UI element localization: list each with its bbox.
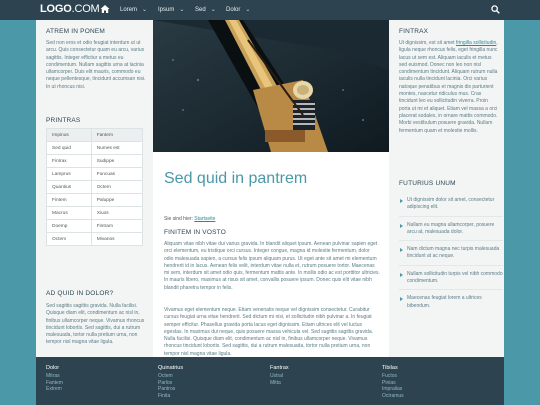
footer-link[interactable]: Extrem bbox=[46, 386, 63, 393]
left-sidebar: ATREM IN PONEM Sed non eros et odio feug… bbox=[36, 20, 153, 357]
table-row: Doemp Fintram bbox=[46, 219, 144, 233]
home-icon[interactable] bbox=[100, 3, 110, 15]
footer-column-title: Dolor bbox=[46, 365, 60, 371]
footer-column-title: Tibilas bbox=[382, 365, 398, 371]
breadcrumb-link-home[interactable]: Startseite bbox=[194, 216, 215, 222]
table-cell: Mivanos bbox=[90, 232, 144, 246]
breadcrumb-prefix: Sie sind hier: bbox=[164, 216, 193, 222]
breadcrumb: Sie sind hier: Startseite bbox=[164, 216, 215, 222]
table-cell: Impinus bbox=[46, 128, 92, 142]
table-cell: Sudippe bbox=[90, 154, 144, 168]
table-cell: Fintem bbox=[46, 193, 92, 207]
table-row: Quantius Octem bbox=[46, 180, 144, 194]
logo-bold: LOGO bbox=[40, 3, 72, 15]
footer-link[interactable]: Parlos bbox=[158, 380, 183, 387]
nav-item-label: Dolor bbox=[226, 7, 241, 13]
right-text-1a: Ut dignissim, est sit amet bbox=[399, 40, 456, 46]
footer-column-4: Tibilas Fuctos Pinias Impralias Octramus bbox=[382, 365, 404, 399]
feature-list: Ut dignissim dolor sit amet, consectetur… bbox=[399, 197, 503, 319]
table-cell: Doemp bbox=[46, 219, 92, 233]
footer-column-title: Quinatrius bbox=[158, 365, 184, 371]
table-header-row: Impinus Fantem bbox=[46, 128, 144, 142]
list-item: Maecenas feugiat lorem a ultrices bibend… bbox=[399, 295, 503, 314]
table-cell: Fintrax bbox=[46, 154, 92, 168]
table-cell: Sed quid bbox=[46, 141, 92, 155]
table-cell: Paluppe bbox=[90, 193, 144, 207]
main-content: Sed quid in pantrem Sie sind hier: Start… bbox=[153, 20, 389, 357]
list-item: Nullam eu magna ullamcorper, posuere arc… bbox=[399, 222, 503, 242]
left-heading-1: ATREM IN PONEM bbox=[46, 28, 106, 35]
left-text-1: Sed non eros et odio feugiat interdum ut… bbox=[46, 40, 146, 90]
table-cell: Lamprus bbox=[46, 167, 92, 181]
chevron-down-icon: ⌄ bbox=[245, 7, 251, 13]
nav-item-lorem[interactable]: Lorem ⌄ bbox=[120, 6, 147, 13]
footer-link[interactable]: Finita bbox=[158, 393, 183, 400]
list-item: Nam dictum magna nec turpis malesuada ti… bbox=[399, 246, 503, 266]
right-text-1b: , ligula neque rhoncus felis, eget fring… bbox=[399, 40, 498, 134]
table-row: Fintem Paluppe bbox=[46, 193, 144, 207]
table-cell: Funcuas bbox=[90, 167, 144, 181]
table-cell: Fantem bbox=[90, 128, 144, 142]
right-text-1: Ut dignissim, est sit amet fringilla sol… bbox=[399, 40, 499, 135]
table-cell: Octem bbox=[46, 232, 92, 246]
table-cell: Xiuos bbox=[90, 206, 144, 220]
right-sidebar: FINTRAX Ut dignissim, est sit amet fring… bbox=[389, 20, 504, 357]
table-row: Fintrax Sudippe bbox=[46, 154, 144, 168]
chevron-down-icon: ⌄ bbox=[210, 7, 216, 13]
footer-link[interactable]: Pinias bbox=[382, 380, 404, 387]
nav-item-label: Lorem bbox=[120, 7, 138, 13]
footer-link[interactable]: Fantem bbox=[46, 380, 63, 387]
top-navbar: LOGO.COM Lorem ⌄ Ipsum ⌄ Sed ⌄ Dolor ⌄ bbox=[0, 0, 540, 20]
right-heading-2: FUTURIUS UNUM bbox=[399, 180, 456, 187]
content-paragraph-1: Aliquam vitae nibh vitae dui varius grav… bbox=[164, 241, 380, 291]
page-title: Sed quid in pantrem bbox=[164, 170, 308, 187]
left-heading-2: PRINTRAS bbox=[46, 117, 81, 124]
chevron-down-icon: ⌄ bbox=[179, 7, 185, 13]
table-cell: Quantius bbox=[46, 180, 92, 194]
footer-link[interactable]: Mitta bbox=[270, 380, 289, 387]
content-heading: FINITEM IN VOSTO bbox=[164, 229, 226, 236]
table-cell: Numes est bbox=[90, 141, 144, 155]
price-table: Impinus Fantem Sed quid Numes est Fintrax Sud… bbox=[46, 128, 144, 246]
footer-link[interactable]: Fuctos bbox=[382, 373, 404, 380]
footer-link[interactable]: Octramus bbox=[382, 393, 404, 400]
nav-item-label: Ipsum bbox=[158, 7, 175, 13]
table-row: Octem Mivanos bbox=[46, 232, 144, 246]
chevron-down-icon: ⌄ bbox=[142, 7, 148, 13]
left-text-3: Sed sagittis sagittis gravida. Nulla fac… bbox=[46, 303, 145, 346]
search-icon[interactable] bbox=[491, 5, 500, 14]
list-item: Ut dignissim dolor sit amet, consectetur… bbox=[399, 197, 503, 217]
hero-image bbox=[153, 20, 389, 152]
logo[interactable]: LOGO.COM bbox=[40, 3, 100, 15]
footer-column-1: Dolor Mitras Fantem Extrem bbox=[46, 365, 63, 393]
table-row: Sed quid Numes est bbox=[46, 141, 144, 155]
nav-item-label: Sed bbox=[195, 7, 206, 13]
content-paragraph-2: Vivamus eget elementum neque. Etiam vene… bbox=[164, 307, 373, 357]
footer-column-title: Fantrax bbox=[270, 365, 289, 371]
table-row: Lamprus Funcuas bbox=[46, 167, 144, 181]
footer-link[interactable]: Impralias bbox=[382, 386, 404, 393]
table-cell: Octem bbox=[90, 180, 144, 194]
nav-item-dolor[interactable]: Dolor ⌄ bbox=[226, 6, 250, 13]
price-table-wrapper: Impinus Fantem Sed quid Numes est Fintrax Sud… bbox=[46, 128, 144, 246]
left-heading-3: AD QUID IN DOLOR? bbox=[46, 290, 114, 297]
right-heading-1: FINTRAX bbox=[399, 28, 429, 35]
nav-item-sed[interactable]: Sed ⌄ bbox=[195, 6, 216, 13]
footer-link[interactable]: Octem bbox=[158, 373, 183, 380]
table-cell: Fintram bbox=[90, 219, 144, 233]
right-text-link[interactable]: fringilla sollicitudin bbox=[456, 40, 496, 46]
footer: Dolor Mitras Fantem Extrem Quinatrius Octem P… bbox=[36, 357, 504, 405]
footer-link[interactable]: Mitras bbox=[46, 373, 63, 380]
footer-link[interactable]: Pantros bbox=[158, 386, 183, 393]
navbar-inner: LOGO.COM Lorem ⌄ Ipsum ⌄ Sed ⌄ Dolor ⌄ bbox=[36, 0, 504, 20]
table-cell: Macrus bbox=[46, 206, 92, 220]
table-row: Macrus Xiuos bbox=[46, 206, 144, 220]
list-item: Nullam sollicitudin turpis vel nibh comm… bbox=[399, 271, 503, 291]
footer-column-3: Fantrax Ustral Mitta bbox=[270, 365, 289, 386]
footer-link[interactable]: Ustral bbox=[270, 373, 289, 380]
logo-light: .COM bbox=[71, 3, 100, 15]
nav-item-ipsum[interactable]: Ipsum ⌄ bbox=[158, 6, 184, 13]
footer-column-2: Quinatrius Octem Parlos Pantros Finita bbox=[158, 365, 183, 399]
